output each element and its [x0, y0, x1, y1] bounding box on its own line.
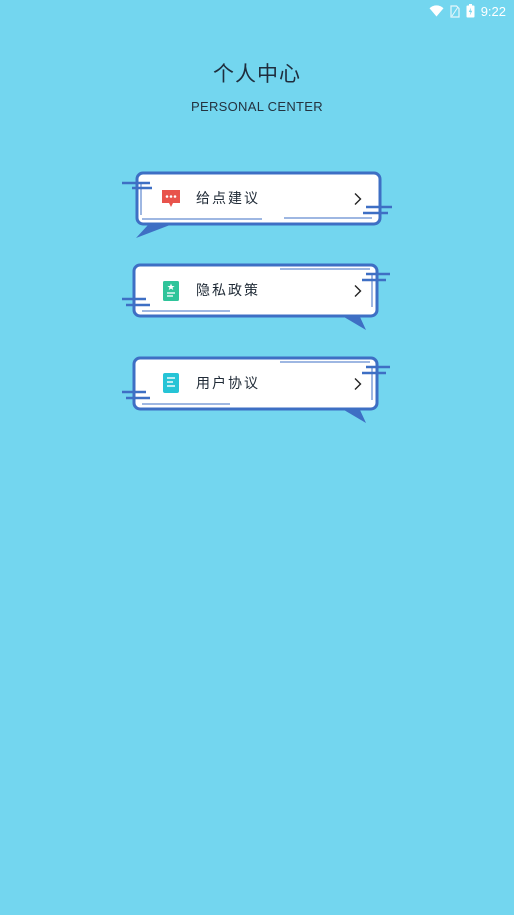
page-subtitle: PERSONAL CENTER [191, 99, 323, 114]
chevron-right-icon [353, 376, 363, 390]
menu-item-label: 用户协议 [196, 376, 260, 392]
sim-icon [450, 4, 460, 18]
menu-item-agreement[interactable]: 用户协议 [120, 355, 390, 427]
menu-item-feedback[interactable]: 给点建议 [122, 170, 392, 242]
wifi-icon [429, 5, 444, 17]
menu-item-label: 给点建议 [196, 191, 260, 207]
status-time: 9:22 [480, 3, 506, 19]
chevron-right-icon [353, 283, 363, 297]
chevron-right-icon [353, 191, 363, 205]
battery-icon [466, 4, 475, 18]
agreement-icon [160, 372, 182, 394]
privacy-icon [160, 280, 182, 302]
menu-item-privacy[interactable]: 隐私政策 [120, 262, 390, 334]
feedback-icon [160, 188, 182, 210]
page-title: 个人中心 [213, 62, 301, 86]
status-bar: 9:22 [386, 0, 514, 22]
menu-item-label: 隐私政策 [196, 283, 260, 299]
